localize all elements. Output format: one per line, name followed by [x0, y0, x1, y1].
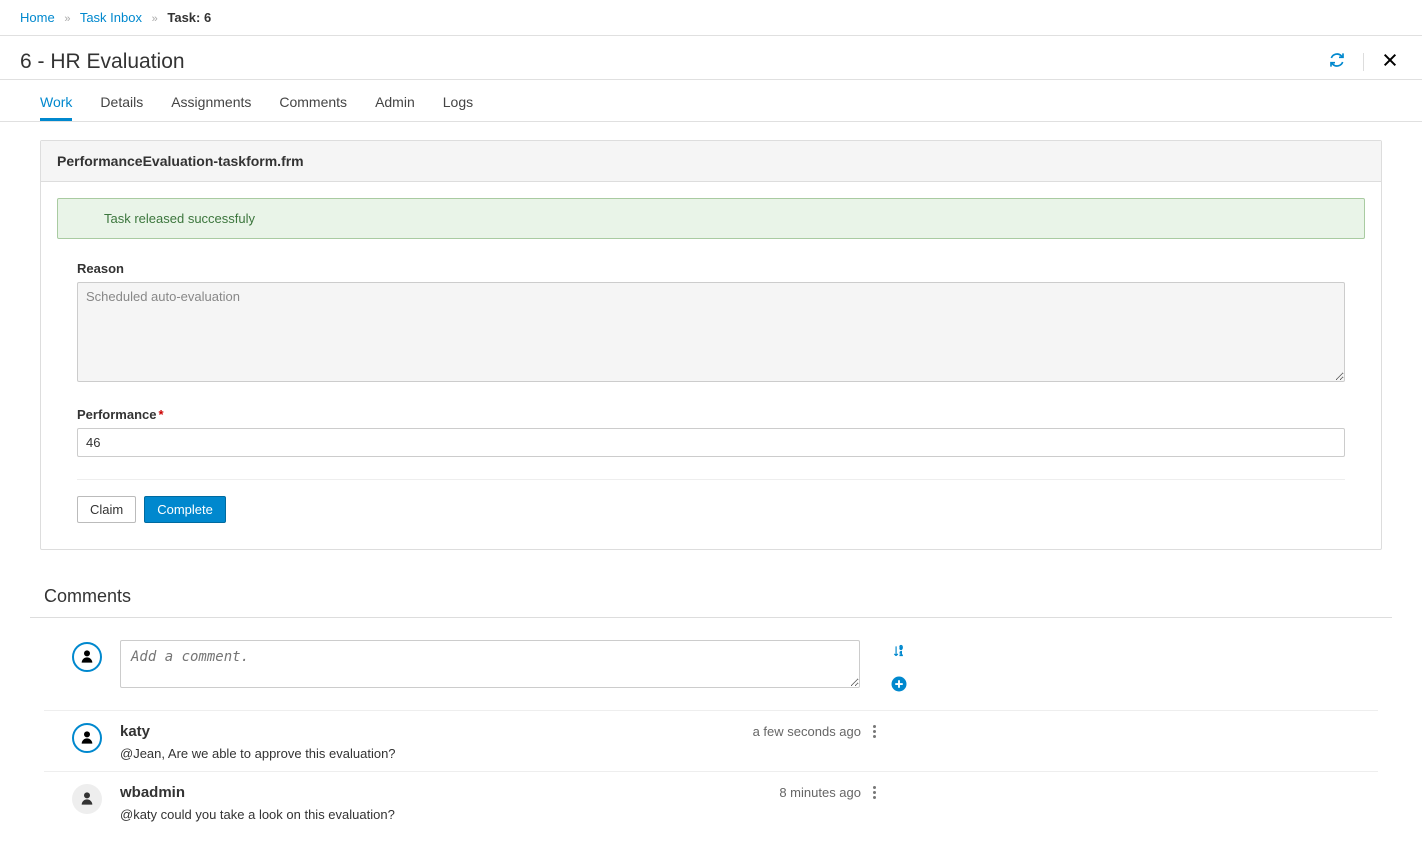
tab-admin[interactable]: Admin [375, 84, 415, 121]
panel-title: PerformanceEvaluation-taskform.frm [41, 141, 1381, 182]
form-actions: Claim Complete [77, 479, 1345, 523]
breadcrumb-current: Task: 6 [167, 10, 211, 25]
reason-label: Reason [77, 261, 1345, 276]
svg-text:9: 9 [900, 645, 903, 651]
sort-icon: 91 [892, 644, 906, 661]
comment-user: katy [120, 723, 150, 740]
tab-work[interactable]: Work [40, 84, 72, 121]
avatar [72, 784, 102, 814]
avatar [72, 723, 102, 753]
comment-input[interactable] [120, 640, 860, 688]
close-icon [1382, 52, 1398, 71]
page-title: 6 - HR Evaluation [20, 50, 185, 74]
user-icon [79, 648, 95, 667]
sort-button[interactable]: 91 [888, 640, 910, 665]
tab-comments[interactable]: Comments [279, 84, 347, 121]
breadcrumb-home[interactable]: Home [20, 10, 55, 25]
required-indicator: * [158, 407, 163, 422]
divider [30, 617, 1392, 618]
comments-section: Comments 91 [0, 550, 1422, 832]
add-comment-button[interactable] [886, 671, 912, 700]
user-icon [79, 790, 95, 809]
tab-details[interactable]: Details [100, 84, 143, 121]
performance-input[interactable] [77, 428, 1345, 457]
svg-text:1: 1 [900, 652, 903, 658]
reason-textarea[interactable]: Scheduled auto-evaluation [77, 282, 1345, 382]
breadcrumb-inbox[interactable]: Task Inbox [80, 10, 142, 25]
alert-success: Task released successfuly [57, 198, 1365, 239]
comment-time: a few seconds ago [753, 724, 861, 739]
plus-circle-icon [890, 675, 908, 696]
comment-input-row: 91 [44, 630, 1378, 711]
page-header: 6 - HR Evaluation [0, 36, 1422, 80]
tabs: Work Details Assignments Comments Admin … [0, 84, 1422, 122]
breadcrumb-sep-icon: » [152, 13, 158, 25]
comment-text: @Jean, Are we able to approve this evalu… [120, 746, 1378, 761]
avatar [72, 642, 102, 672]
refresh-icon [1329, 52, 1345, 71]
tab-assignments[interactable]: Assignments [171, 84, 251, 121]
comments-heading: Comments [44, 586, 1378, 617]
tab-logs[interactable]: Logs [443, 84, 473, 121]
comment-menu-button[interactable] [869, 782, 880, 803]
comment-user: wbadmin [120, 784, 185, 801]
complete-button[interactable]: Complete [144, 496, 226, 523]
breadcrumb: Home » Task Inbox » Task: 6 [0, 0, 1422, 36]
breadcrumb-sep-icon: » [64, 13, 70, 25]
comment-text: @katy could you take a look on this eval… [120, 807, 1378, 822]
comment-menu-button[interactable] [869, 721, 880, 742]
task-form-panel: PerformanceEvaluation-taskform.frm Task … [40, 140, 1382, 550]
refresh-button[interactable] [1325, 48, 1349, 75]
divider [1363, 53, 1364, 71]
user-icon [79, 729, 95, 748]
comment-item: wbadmin 8 minutes ago @katy could you ta… [44, 772, 1378, 832]
page-actions [1325, 48, 1402, 75]
performance-label: Performance* [77, 407, 1345, 422]
comment-time: 8 minutes ago [779, 785, 861, 800]
claim-button[interactable]: Claim [77, 496, 136, 523]
comment-item: katy a few seconds ago @Jean, Are we abl… [44, 711, 1378, 772]
close-button[interactable] [1378, 48, 1402, 75]
